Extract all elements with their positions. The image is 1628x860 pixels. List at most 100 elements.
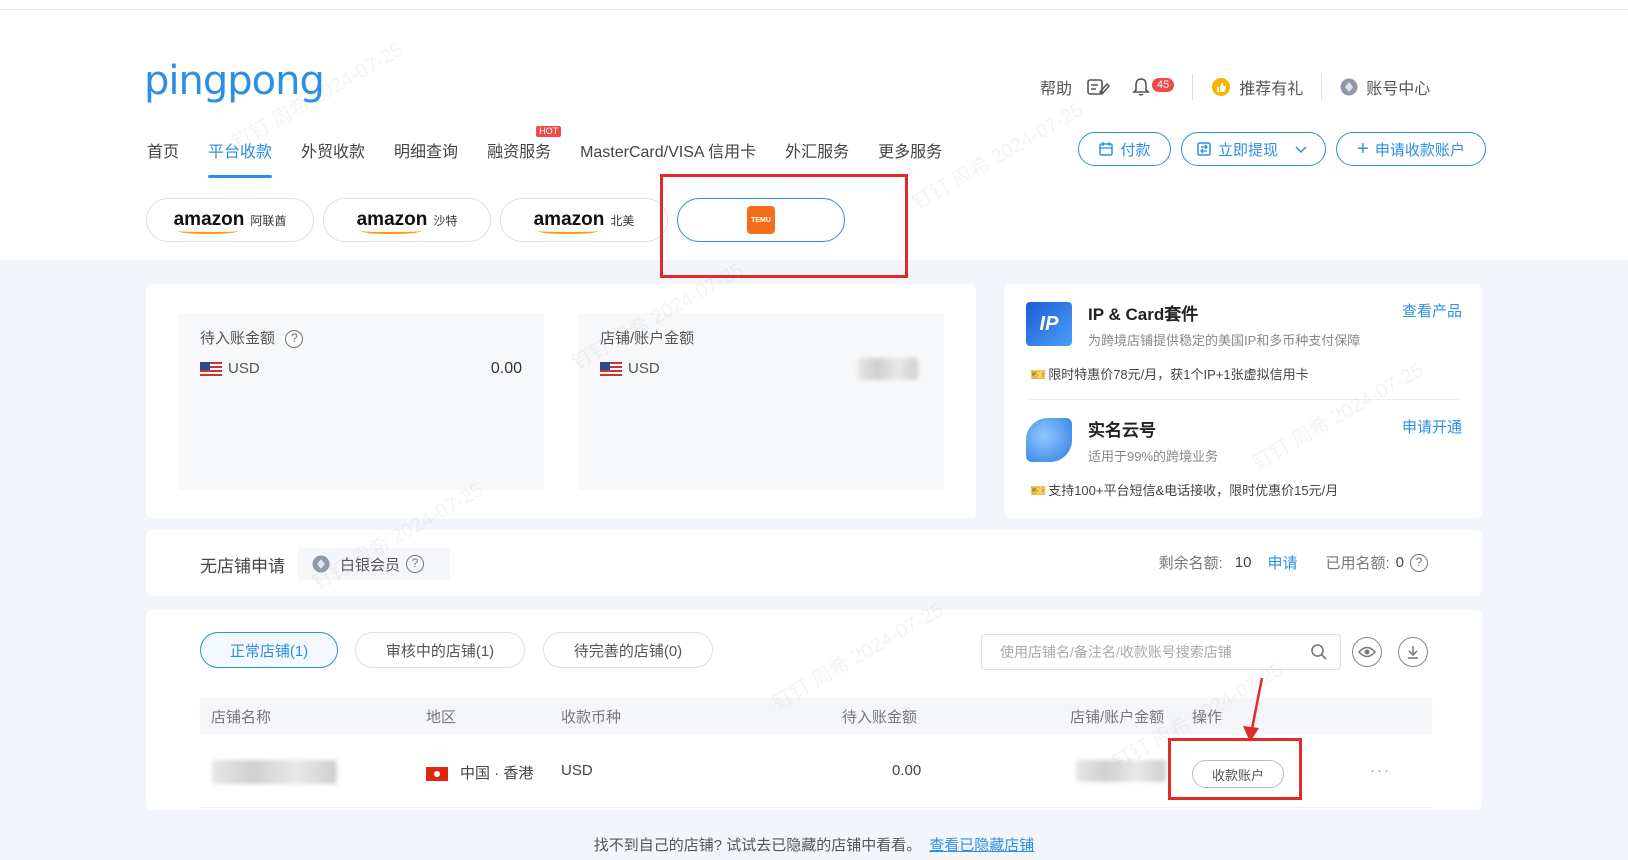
row-currency: USD: [561, 762, 593, 779]
nav-tab-label: MasterCard/VISA 信用卡: [580, 144, 757, 161]
pending-balance-card: 待入账金额 ? USD 0.00: [178, 313, 544, 490]
nav-tab-label: 外贸收款: [301, 144, 366, 161]
nav-tab-fx[interactable]: 外汇服务: [785, 138, 849, 178]
help-icon[interactable]: ?: [1410, 553, 1428, 572]
pingpong-logo[interactable]: pingpong: [144, 58, 325, 104]
eye-icon[interactable]: [1352, 637, 1382, 667]
pay-button[interactable]: 付款: [1078, 132, 1171, 166]
tab-reviewing-stores[interactable]: 审核中的店铺(1): [355, 632, 525, 668]
cloud-number-icon: [1026, 418, 1072, 462]
footer-text: 找不到自己的店铺? 试试去已隐藏的店铺中看看。: [593, 837, 922, 854]
ticket-icon: 🎫: [1030, 367, 1047, 382]
member-badge: 白银会员 ?: [298, 548, 450, 580]
pending-currency: USD: [228, 360, 260, 377]
plus-icon: +: [1357, 138, 1369, 160]
nav-tab-label: 更多服务: [878, 144, 943, 161]
more-icon[interactable]: ···: [1370, 762, 1391, 779]
help-icon[interactable]: ?: [406, 555, 425, 573]
nav-tab-label: 融资服务: [487, 144, 552, 161]
footer-hint: 找不到自己的店铺? 试试去已隐藏的店铺中看看。 查看已隐藏店铺: [0, 834, 1628, 855]
top-right-toolbar: 帮助 45 推荐有礼 账号中心: [1040, 74, 1430, 100]
used-count: 0: [1395, 554, 1404, 571]
ticket-icon: 🎫: [1030, 483, 1047, 498]
notification-bell[interactable]: 45: [1132, 77, 1175, 97]
nav-tab-home[interactable]: 首页: [147, 138, 179, 178]
products-panel: IP IP & Card套件 为跨境店铺提供稳定的美国IP和多币种支付保障 查看…: [1004, 284, 1482, 518]
nav-tab-label: 明细查询: [394, 144, 459, 161]
us-flag-icon: [200, 362, 222, 377]
store-balance-card: 店铺/账户金额 USD: [578, 313, 944, 490]
apply-quota-link[interactable]: 申请: [1267, 552, 1297, 573]
main-nav: 首页 平台收款 外贸收款 明细查询 融资服务 HOT MasterCard/VIS…: [147, 126, 971, 178]
withdraw-icon: [1197, 142, 1211, 156]
view-hidden-stores-link[interactable]: 查看已隐藏店铺: [929, 837, 1034, 854]
nav-tab-platform-receipt[interactable]: 平台收款: [208, 138, 273, 178]
nav-tab-details[interactable]: 明细查询: [394, 138, 458, 178]
store-chip-amazon-na[interactable]: amazon 北美: [500, 198, 668, 242]
edit-icon[interactable]: [1086, 77, 1111, 97]
account-center-link[interactable]: 账号中心: [1340, 75, 1430, 99]
pay-label: 付款: [1120, 141, 1151, 159]
thumbs-up-icon: [1212, 78, 1231, 96]
search-placeholder: 使用店铺名/备注名/收款账号搜索店铺: [1000, 644, 1232, 660]
amazon-logo: amazon: [173, 209, 245, 234]
nostore-label: 无店铺申请: [200, 557, 285, 576]
col-store-name: 店铺名称: [211, 709, 272, 726]
ip-card-icon: IP: [1026, 302, 1072, 346]
referral-link[interactable]: 推荐有礼: [1211, 75, 1303, 99]
cloud-number-product: 实名云号 适用于99%的跨境业务 申请开通 🎫 支持100+平台短信&电话接收，限…: [1026, 416, 1462, 516]
amazon-logo: amazon: [356, 209, 428, 234]
chevron-down-icon[interactable]: [1294, 142, 1308, 156]
store-balance-label: 店铺/账户金额: [600, 330, 695, 347]
remaining-label: 剩余名额:: [1158, 555, 1223, 572]
store-chip-amazon-saudi[interactable]: amazon 沙特: [323, 198, 491, 242]
referral-label: 推荐有礼: [1239, 81, 1304, 98]
nav-tab-trade-receipt[interactable]: 外贸收款: [301, 138, 365, 178]
store-name-redacted: [212, 760, 337, 784]
ip-card-product: IP IP & Card套件 为跨境店铺提供稳定的美国IP和多币种支付保障 查看…: [1026, 300, 1462, 400]
withdraw-button[interactable]: 立即提现: [1181, 132, 1326, 166]
product-subtitle: 为跨境店铺提供稳定的美国IP和多币种支付保障: [1088, 333, 1361, 348]
store-chip-amazon-uae[interactable]: amazon 阿联酋: [146, 198, 314, 242]
nav-tab-label: 外汇服务: [785, 144, 850, 161]
product-promo: 限时特惠价78元/月，获1个IP+1张虚拟信用卡: [1048, 367, 1309, 382]
row-pending: 0.00: [892, 762, 922, 779]
pending-amount: 0.00: [490, 360, 522, 377]
tab-incomplete-stores[interactable]: 待完善的店铺(0): [543, 632, 713, 668]
nav-tab-credit-card[interactable]: MasterCard/VISA 信用卡: [580, 138, 756, 178]
help-link[interactable]: 帮助: [1040, 75, 1072, 99]
us-flag-icon: [600, 362, 622, 377]
nav-tab-more[interactable]: 更多服务: [878, 138, 942, 178]
download-icon[interactable]: [1398, 637, 1428, 667]
pending-label: 待入账金额: [200, 330, 276, 347]
remaining-count: 10: [1234, 554, 1252, 571]
withdraw-label: 立即提现: [1218, 141, 1279, 159]
col-pending: 待入账金额: [842, 709, 918, 726]
col-region: 地区: [426, 709, 457, 726]
divider: [1321, 74, 1323, 100]
help-icon[interactable]: ?: [285, 329, 304, 348]
tab-normal-stores[interactable]: 正常店铺(1): [200, 632, 338, 668]
nostore-panel: 无店铺申请 白银会员 ? 剩余名额: 10 申请 已用名额: 0 ?: [146, 530, 1482, 596]
diamond-icon: [312, 555, 330, 573]
store-currency: USD: [628, 360, 660, 377]
store-search-input[interactable]: 使用店铺名/备注名/收款账号搜索店铺: [981, 634, 1341, 670]
product-promo: 支持100+平台短信&电话接收，限时优惠价15元/月: [1048, 483, 1339, 498]
bell-icon: [1132, 78, 1150, 96]
product-subtitle: 适用于99%的跨境业务: [1088, 449, 1219, 464]
store-amount-redacted: [858, 358, 918, 380]
apply-service-link[interactable]: 申请开通: [1402, 416, 1462, 437]
hk-flag-icon: [426, 767, 448, 782]
view-product-link[interactable]: 查看产品: [1402, 300, 1462, 321]
header-actions: 付款 立即提现 + 申请收款账户: [1078, 132, 1486, 166]
region-text: 中国 · 香港: [460, 765, 534, 782]
search-icon[interactable]: [1310, 643, 1328, 661]
col-store-balance: 店铺/账户金额: [1070, 709, 1165, 726]
annotation-arrow: [1243, 677, 1264, 742]
nav-tab-financing[interactable]: 融资服务 HOT: [487, 126, 562, 178]
highlight-box-temu: [660, 174, 908, 278]
store-region: 阿联酋: [250, 213, 287, 228]
apply-account-button[interactable]: + 申请收款账户: [1336, 132, 1486, 166]
col-actions: 操作: [1192, 709, 1223, 726]
used-label: 已用名额:: [1325, 555, 1390, 572]
